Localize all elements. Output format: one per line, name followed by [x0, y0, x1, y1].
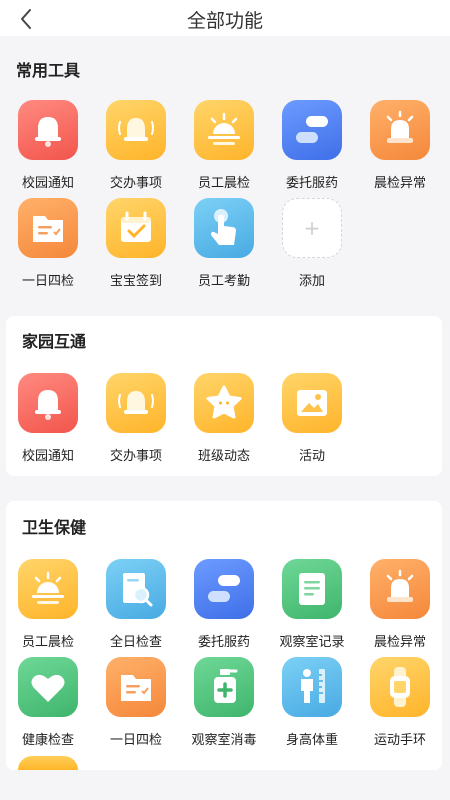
feature-item-staff-morning-check[interactable]: 员工晨检 [180, 100, 268, 192]
feature-item-all-day-check[interactable]: 全日检查 [92, 559, 180, 651]
feature-label: 宝宝签到 [109, 274, 162, 289]
ringing-bell-icon [118, 118, 154, 141]
section-title: 常用工具 [16, 61, 81, 80]
feature-label: 委托服药 [285, 176, 338, 191]
feature-item-medication[interactable]: 委托服药 [268, 100, 356, 192]
feature-item-fitness-band[interactable]: 运动手环 [356, 657, 444, 749]
feature-label: 委托服药 [197, 635, 250, 650]
feature-label: 身高体重 [285, 733, 338, 748]
tap-finger-icon [211, 209, 236, 245]
add-feature-button[interactable]: + 添加 [268, 198, 356, 290]
feature-label: 员工晨检 [21, 635, 74, 650]
alarm-light-icon [386, 110, 414, 143]
add-icon: + [303, 216, 321, 240]
pill-icon [296, 116, 328, 143]
feature-item-class-moments[interactable]: 班级动态 [180, 373, 268, 465]
feature-label: 健康检查 [21, 733, 74, 748]
feature-label: 活动 [298, 449, 325, 464]
sunrise-icon [208, 112, 240, 145]
feature-item-daily-four-checks[interactable]: 一日四检 [4, 198, 92, 290]
feature-item-campus-notice[interactable]: 校园通知 [4, 100, 92, 192]
feature-label: 一日四检 [109, 733, 162, 748]
feature-item-assigned-tasks[interactable]: 交办事项 [92, 373, 180, 465]
smartwatch-icon [390, 667, 410, 707]
section-title: 家园互通 [22, 332, 87, 351]
folder-checklist-icon [121, 675, 151, 701]
feature-item-health-check[interactable]: 健康检查 [4, 657, 92, 749]
feature-item-observation-record[interactable]: 观察室记录 [268, 559, 356, 651]
picture-icon [297, 390, 327, 416]
feature-label: 晨检异常 [373, 176, 426, 191]
bell-icon [35, 390, 61, 420]
feature-label: 晨检异常 [373, 635, 426, 650]
alarm-light-icon [386, 569, 414, 602]
folder-checklist-icon [33, 216, 63, 242]
feature-item-baby-checkin[interactable]: 宝宝签到 [92, 198, 180, 290]
sunrise-icon [32, 571, 64, 604]
feature-item-staff-morning-check[interactable]: 员工晨检 [4, 559, 92, 651]
document-icon [299, 573, 325, 605]
ringing-bell-icon [118, 391, 154, 414]
feature-item-staff-attendance[interactable]: 员工考勤 [180, 198, 268, 290]
feature-label: 交办事项 [109, 176, 162, 191]
star-icon [206, 385, 242, 419]
feature-label: 观察室记录 [279, 635, 345, 650]
feature-label: 添加 [298, 274, 325, 289]
calendar-check-icon [121, 211, 151, 242]
feature-label: 一日四检 [21, 274, 74, 289]
feature-item-morning-check-abnormal[interactable]: 晨检异常 [356, 100, 444, 192]
feature-item-campus-notice[interactable]: 校园通知 [4, 373, 92, 465]
height-ruler-icon [301, 669, 325, 703]
feature-item-assigned-tasks[interactable]: 交办事项 [92, 100, 180, 192]
partial-feature-tile [18, 756, 78, 770]
bell-icon [35, 117, 61, 147]
section-title: 卫生保健 [22, 518, 87, 537]
feature-label: 交办事项 [109, 449, 162, 464]
page-title: 全部功能 [186, 10, 263, 32]
feature-label: 班级动态 [197, 449, 250, 464]
feature-label: 校园通知 [21, 449, 74, 464]
feature-item-morning-check-abnormal[interactable]: 晨检异常 [356, 559, 444, 651]
feature-item-activities[interactable]: 活动 [268, 373, 356, 465]
heart-icon [31, 674, 65, 702]
feature-item-daily-four-checks[interactable]: 一日四检 [92, 657, 180, 749]
pill-icon [208, 575, 240, 602]
feature-item-height-weight[interactable]: 身高体重 [268, 657, 356, 749]
feature-label: 员工晨检 [197, 176, 250, 191]
feature-item-observation-disinfect[interactable]: 观察室消毒 [180, 657, 268, 749]
feature-label: 全日检查 [109, 635, 162, 650]
sanitizer-icon [214, 669, 238, 703]
bottom-spacer [0, 770, 450, 800]
feature-item-medication[interactable]: 委托服药 [180, 559, 268, 651]
feature-label: 校园通知 [21, 176, 74, 191]
nav-bar: 全部功能 [0, 0, 450, 36]
feature-label: 员工考勤 [197, 274, 250, 289]
feature-label: 运动手环 [373, 733, 426, 748]
magnifier-doc-icon [123, 573, 153, 607]
feature-label: 观察室消毒 [191, 733, 257, 748]
